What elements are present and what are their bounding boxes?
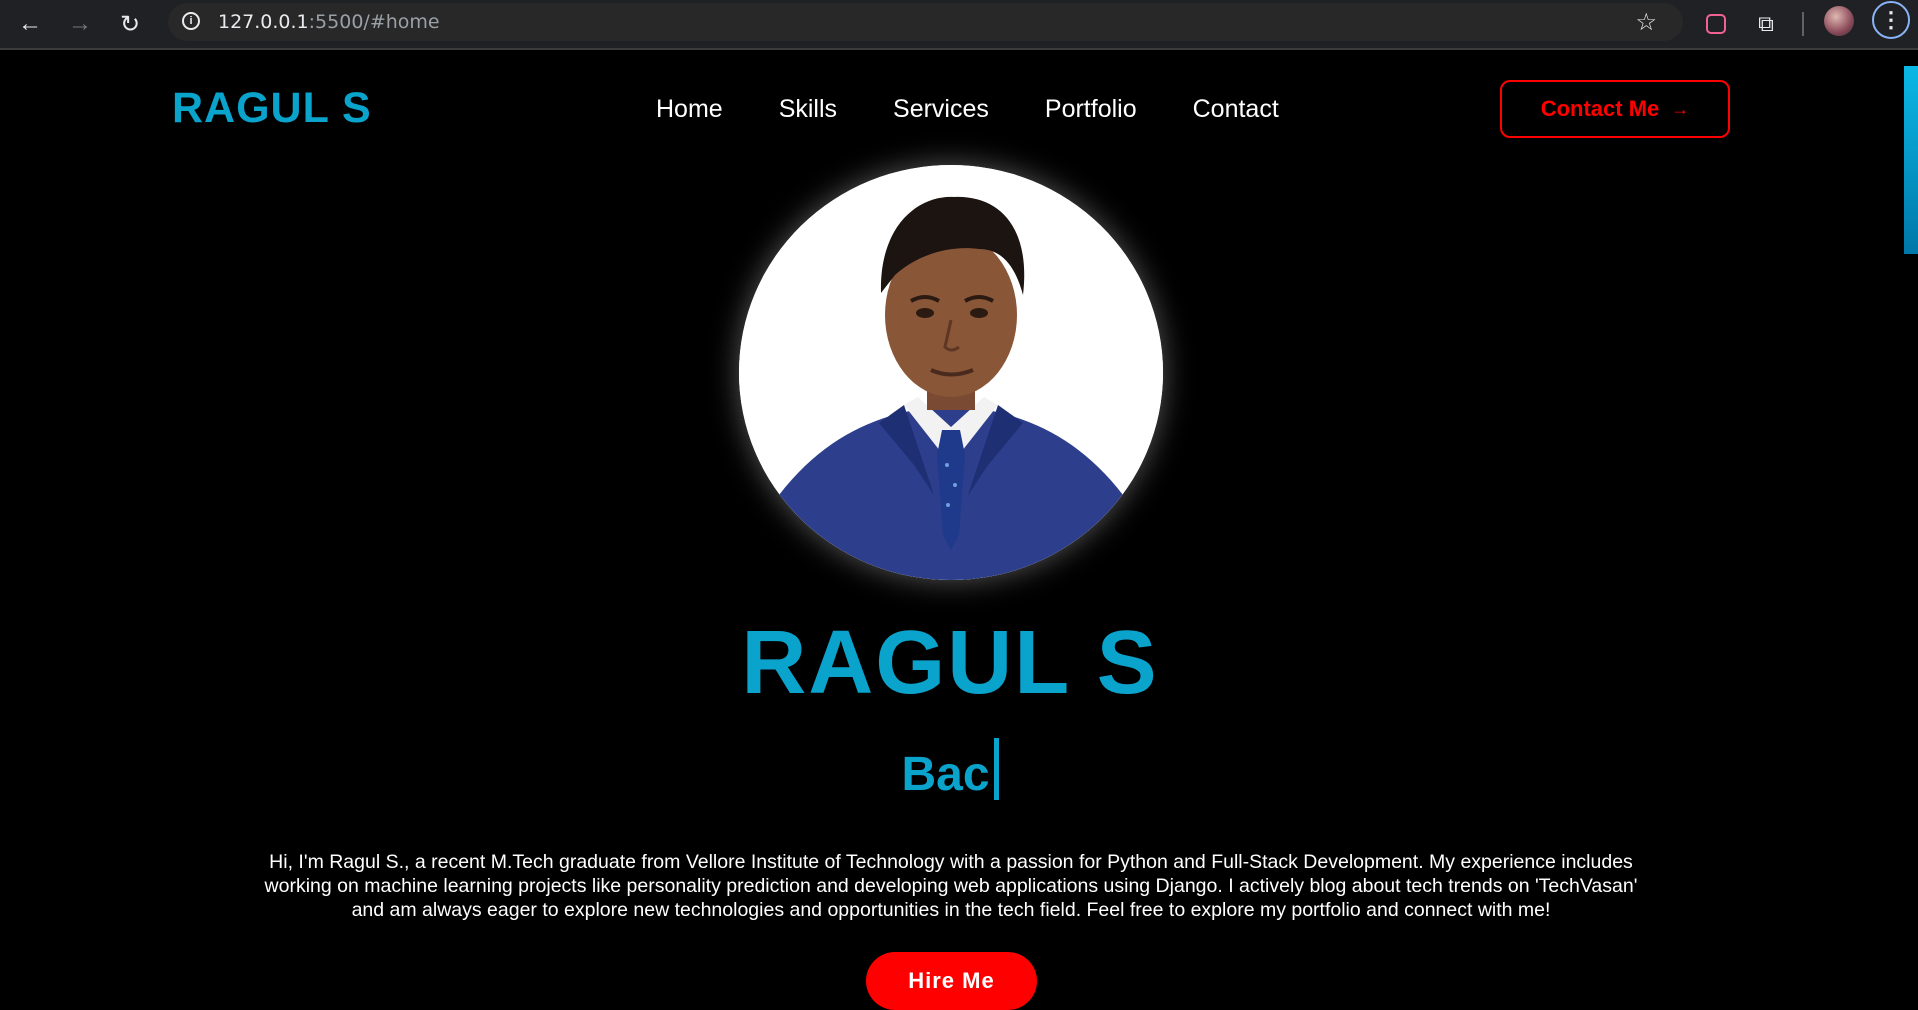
typing-cursor	[993, 738, 999, 800]
address-bar[interactable]: i 127.0.0.1:5500/#home ☆	[168, 3, 1683, 41]
nav-portfolio[interactable]: Portfolio	[1045, 95, 1137, 124]
forward-button[interactable]: →	[62, 6, 98, 42]
browser-toolbar: ← → ↻ i 127.0.0.1:5500/#home ☆ ⧉ ⋮	[0, 0, 1918, 50]
url-text[interactable]: 127.0.0.1:5500/#home	[218, 11, 440, 33]
nav-home[interactable]: Home	[656, 95, 723, 124]
reload-button[interactable]: ↻	[112, 6, 148, 42]
hire-me-button[interactable]: Hire Me	[866, 952, 1037, 1010]
hero-bio: Hi, I'm Ragul S., a recent M.Tech gradua…	[264, 850, 1638, 921]
lens-icon[interactable]	[1698, 6, 1734, 42]
arrow-right-icon: →	[68, 10, 92, 37]
nav-skills[interactable]: Skills	[779, 95, 837, 124]
main-nav: Home Skills Services Portfolio Contact	[656, 95, 1279, 124]
typed-text: Bac	[901, 748, 990, 801]
kebab-menu-icon[interactable]: ⋮	[1872, 1, 1910, 39]
contact-me-button[interactable]: Contact Me →	[1500, 80, 1730, 138]
star-icon[interactable]: ☆	[1635, 8, 1657, 37]
puzzle-icon[interactable]: ⧉	[1748, 6, 1784, 42]
portrait-illustration	[739, 165, 1163, 580]
hero-name: RAGUL S	[741, 613, 1159, 713]
nav-services[interactable]: Services	[893, 95, 989, 124]
profile-photo	[739, 165, 1163, 580]
arrow-right-icon: →	[1671, 98, 1690, 119]
back-button[interactable]: ←	[12, 6, 48, 42]
arrow-left-icon: ←	[18, 10, 42, 37]
site-logo[interactable]: RAGUL S	[172, 84, 372, 133]
info-icon[interactable]: i	[182, 12, 200, 30]
contact-me-label: Contact Me	[1540, 96, 1660, 121]
toolbar-divider	[1802, 12, 1804, 36]
typed-role-text: Bac	[0, 738, 1900, 802]
reload-icon: ↻	[119, 10, 141, 38]
profile-avatar[interactable]	[1824, 6, 1854, 36]
scrollbar-thumb[interactable]	[1904, 66, 1918, 254]
nav-contact[interactable]: Contact	[1193, 95, 1279, 124]
